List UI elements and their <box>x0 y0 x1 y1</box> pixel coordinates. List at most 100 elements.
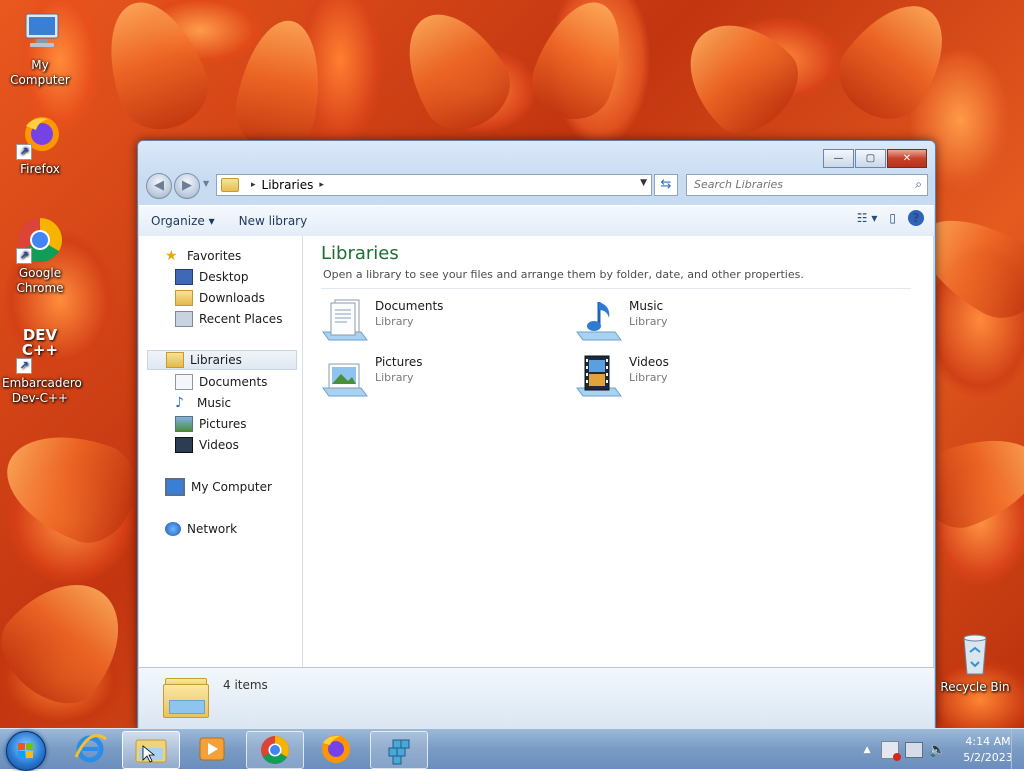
nav-desktop[interactable]: Desktop <box>175 267 249 287</box>
recent-places-icon <box>175 311 193 327</box>
wallpaper-petal <box>0 558 146 722</box>
recent-pages-chevron-icon[interactable]: ▼ <box>203 179 209 188</box>
close-button[interactable]: ✕ <box>887 149 927 168</box>
windows-logo-icon <box>18 743 34 759</box>
address-bar[interactable]: ▸ Libraries ▸ ▼ <box>216 174 652 196</box>
taskbar-internet-explorer[interactable] <box>62 731 118 767</box>
documents-icon <box>175 374 193 390</box>
library-pictures[interactable]: Pictures Library <box>321 354 423 400</box>
taskbar-media-player[interactable] <box>184 731 240 767</box>
header-divider <box>321 288 911 289</box>
wallpaper-petal <box>521 0 639 131</box>
wallpaper-petal <box>386 0 524 145</box>
nav-music[interactable]: ♪ Music <box>175 393 231 413</box>
nav-label: Music <box>197 396 232 410</box>
clock-time: 4:14 AM <box>965 735 1011 748</box>
internet-explorer-icon <box>74 734 107 763</box>
minimize-button[interactable]: — <box>823 149 854 168</box>
explorer-window: — ▢ ✕ ◀ ▶ ▼ ▸ Libraries ▸ ▼ ⇆ ⌕ Organize… <box>137 140 936 729</box>
library-music[interactable]: Music Library <box>575 298 667 344</box>
network-icon[interactable] <box>904 742 923 758</box>
nav-downloads[interactable]: Downloads <box>175 288 265 308</box>
pictures-icon <box>175 416 193 432</box>
desktop-icon-label: Recycle Bin <box>940 680 1010 694</box>
clock[interactable]: 4:14 AM 5/2/2023 <box>960 734 1016 766</box>
downloads-folder-icon <box>175 290 193 306</box>
library-documents[interactable]: Documents Library <box>321 298 443 344</box>
page-title: Libraries <box>321 243 399 264</box>
nav-recent-places[interactable]: Recent Places <box>175 309 282 329</box>
media-player-icon <box>199 737 225 761</box>
nav-network[interactable]: Network <box>165 519 237 539</box>
desktop-icon-google-chrome[interactable]: ↗ Google Chrome <box>0 216 80 296</box>
wallpaper-petal <box>665 0 815 150</box>
network-icon <box>165 522 181 536</box>
taskbar-windows-explorer[interactable] <box>122 731 180 769</box>
nav-pictures[interactable]: Pictures <box>175 414 247 434</box>
library-type: Library <box>629 315 668 328</box>
forward-button[interactable]: ▶ <box>174 173 200 199</box>
preview-pane-button[interactable]: ▯ <box>889 211 896 225</box>
nav-label: Network <box>187 522 238 536</box>
libraries-folder-icon <box>166 352 184 368</box>
help-button[interactable]: ? <box>908 210 924 226</box>
nav-label: Videos <box>199 438 239 452</box>
breadcrumb-libraries[interactable]: Libraries <box>262 178 314 192</box>
shortcut-arrow-icon: ↗ <box>16 144 32 160</box>
videos-library-icon <box>575 354 623 400</box>
nav-label: Desktop <box>199 270 249 284</box>
taskbar-registry-editor[interactable] <box>370 731 428 769</box>
library-name: Pictures <box>375 355 423 369</box>
back-button[interactable]: ◀ <box>146 173 172 199</box>
new-library-button[interactable]: New library <box>227 209 320 233</box>
star-icon: ★ <box>165 248 178 264</box>
address-dropdown-icon[interactable]: ▼ <box>640 178 647 188</box>
maximize-button[interactable]: ▢ <box>855 149 886 168</box>
music-note-icon: ♪ <box>175 395 184 411</box>
taskbar-firefox[interactable] <box>308 731 364 767</box>
details-pane: 4 items <box>139 667 934 728</box>
show-desktop-button[interactable] <box>1011 729 1024 769</box>
content-pane: Libraries Open a library to see your fil… <box>303 236 933 667</box>
nav-label: Favorites <box>187 249 242 263</box>
videos-icon <box>175 437 193 453</box>
organize-button[interactable]: Organize ▾ <box>139 209 227 233</box>
nav-label: Libraries <box>190 353 242 367</box>
desktop-icon-firefox[interactable]: ↗ Firefox <box>0 112 80 177</box>
desktop-icon-devcpp[interactable]: DEV C++ ↗ Embarcadero Dev-C++ <box>0 326 82 406</box>
breadcrumb-separator-icon[interactable]: ▸ <box>251 180 256 190</box>
desktop-icon-recycle-bin[interactable]: Recycle Bin <box>935 630 1015 695</box>
nav-label: Documents <box>199 375 268 389</box>
computer-icon <box>165 478 185 496</box>
clock-date: 5/2/2023 <box>963 751 1013 764</box>
volume-icon[interactable]: 🔈 <box>929 742 946 758</box>
desktop-icon-my-computer[interactable]: My Computer <box>0 8 80 88</box>
refresh-button[interactable]: ⇆ <box>654 174 678 196</box>
start-button[interactable] <box>6 731 46 771</box>
shortcut-arrow-icon: ↗ <box>16 248 32 264</box>
music-library-icon <box>575 298 623 344</box>
desktop-icon <box>175 269 193 285</box>
wallpaper-petal <box>823 0 967 135</box>
search-box[interactable]: ⌕ <box>686 174 928 196</box>
search-icon[interactable]: ⌕ <box>915 177 922 192</box>
nav-videos[interactable]: Videos <box>175 435 239 455</box>
show-hidden-icons-chevron[interactable]: ▲ <box>864 745 871 755</box>
desktop-icon-label: Google Chrome <box>16 266 64 295</box>
breadcrumb-separator-icon[interactable]: ▸ <box>319 180 324 190</box>
nav-documents[interactable]: Documents <box>175 372 267 392</box>
nav-my-computer[interactable]: My Computer <box>165 477 272 497</box>
library-type: Library <box>375 315 414 328</box>
nav-favorites[interactable]: ★ Favorites <box>165 246 241 266</box>
change-view-button[interactable]: ☷ ▾ <box>857 211 878 225</box>
desktop-icon-label: Firefox <box>20 162 60 176</box>
taskbar-chrome[interactable] <box>246 731 304 769</box>
navigation-bar: ◀ ▶ ▼ ▸ Libraries ▸ ▼ ⇆ ⌕ <box>146 173 928 199</box>
registry-editor-icon <box>388 739 410 765</box>
nav-libraries[interactable]: Libraries <box>147 350 297 370</box>
action-center-icon[interactable] <box>880 741 901 761</box>
library-videos[interactable]: Videos Library <box>575 354 669 400</box>
library-type: Library <box>629 371 668 384</box>
search-input[interactable] <box>687 175 904 193</box>
nav-label: Downloads <box>199 291 265 305</box>
